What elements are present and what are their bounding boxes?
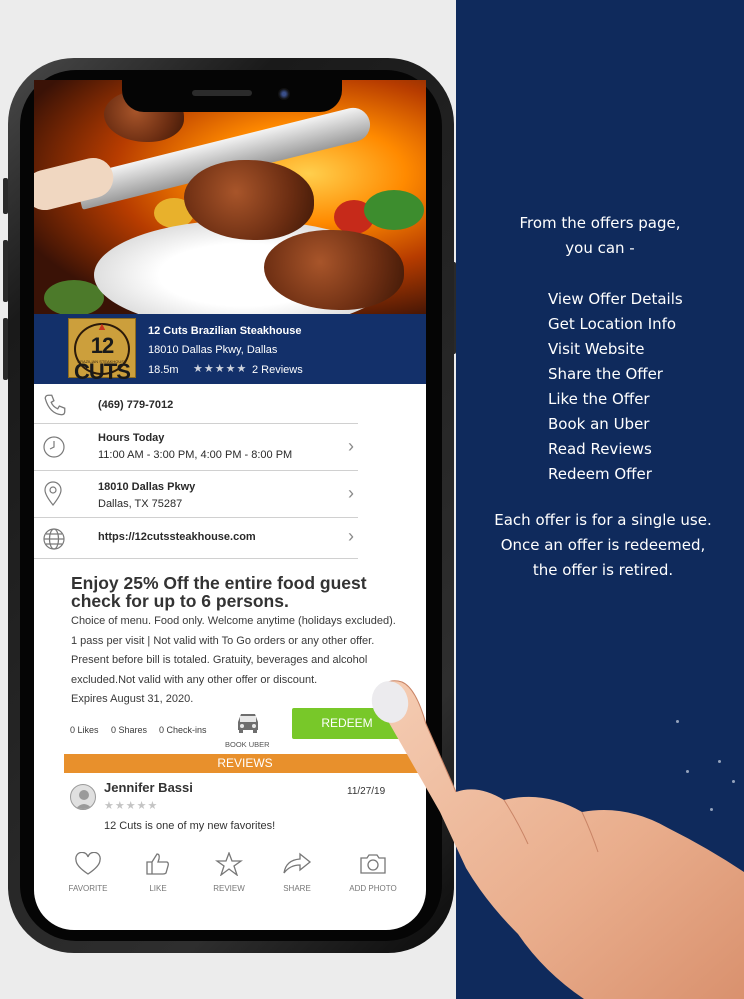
star-icon: [214, 851, 244, 877]
greens: [364, 190, 424, 230]
feature-item: View Offer Details: [548, 290, 683, 308]
hours-row[interactable]: Hours Today 11:00 AM - 3:00 PM, 4:00 PM …: [34, 424, 358, 471]
business-distance: 18.5m: [148, 364, 179, 376]
checkins-count: 0 Check-ins: [159, 725, 207, 735]
thumbs-up-icon: [146, 853, 169, 875]
car-icon[interactable]: [234, 710, 262, 734]
globe-icon: [43, 528, 65, 550]
business-logo: ▲ 12 CUTS BRAZILIAN STEAKHOUSE: [68, 318, 136, 384]
address-row[interactable]: 18010 Dallas Pkwy Dallas, TX 75287 ›: [34, 471, 358, 518]
hours-value: 11:00 AM - 3:00 PM, 4:00 PM - 8:00 PM: [98, 449, 293, 461]
hand-holding-knife: [34, 153, 118, 215]
panel-intro: From the offers page, you can -: [519, 214, 681, 257]
offer-details: Choice of menu. Food only. Welcome anyti…: [71, 612, 401, 710]
earpiece: [192, 90, 252, 96]
city-address: Dallas, TX 75287: [98, 498, 183, 510]
feature-item: Redeem Offer: [548, 465, 652, 483]
feature-item: Read Reviews: [548, 440, 652, 458]
reviewer-name: Jennifer Bassi: [104, 780, 193, 795]
review-text: 12 Cuts is one of my new favorites!: [104, 820, 276, 832]
feature-item: Book an Uber: [548, 415, 650, 433]
pointing-hand: [371, 680, 744, 999]
phone-number: (469) 779-7012: [98, 399, 174, 411]
website-link: https://12cutssteakhouse.com: [98, 531, 256, 543]
offer-expiry: Expires August 31, 2020.: [71, 693, 194, 705]
tab-share[interactable]: SHARE: [267, 852, 327, 893]
front-camera: [278, 88, 290, 100]
tab-review[interactable]: REVIEW: [199, 851, 259, 893]
street-address: 18010 Dallas Pkwy: [98, 481, 196, 493]
tab-favorite[interactable]: FAVORITE: [58, 851, 118, 893]
review-count[interactable]: 2 Reviews: [252, 364, 303, 376]
flame-icon: ▲: [96, 321, 108, 333]
review-stars: ★★★★★: [104, 800, 159, 812]
book-uber-label[interactable]: BOOK UBER: [225, 740, 270, 749]
website-row[interactable]: https://12cutssteakhouse.com ›: [34, 518, 358, 559]
feature-item: Like the Offer: [548, 390, 650, 408]
chevron-right-icon: ›: [348, 436, 354, 456]
panel-outro: Each offer is for a single use. Once an …: [494, 511, 712, 579]
rating-stars: ★★★★★: [193, 363, 248, 375]
business-address: 18010 Dallas Pkwy, Dallas: [148, 344, 278, 356]
hours-label: Hours Today: [98, 432, 165, 444]
hero-image: [34, 80, 426, 314]
business-name: 12 Cuts Brazilian Steakhouse: [148, 325, 302, 337]
chevron-right-icon: ›: [348, 483, 354, 503]
likes-count: 0 Likes: [70, 725, 99, 735]
offer-title: Enjoy 25% Off the entire food guest chec…: [71, 573, 367, 611]
feature-item: Get Location Info: [548, 315, 677, 333]
chevron-right-icon: ›: [348, 526, 354, 546]
shares-count: 0 Shares: [111, 725, 148, 735]
feature-list: View Offer Details Get Location Info Vis…: [548, 287, 683, 487]
phone-row[interactable]: (469) 779-7012: [34, 384, 358, 424]
location-pin-icon: [44, 481, 62, 506]
zucchini: [44, 280, 104, 314]
heart-icon: [75, 851, 101, 875]
tab-like[interactable]: LIKE: [128, 852, 188, 893]
clock-icon: [43, 436, 65, 458]
feature-item: Share the Offer: [548, 365, 663, 383]
phone-icon: [44, 394, 66, 416]
avatar: [70, 784, 96, 810]
share-arrow-icon: [283, 852, 312, 874]
feature-item: Visit Website: [548, 340, 645, 358]
